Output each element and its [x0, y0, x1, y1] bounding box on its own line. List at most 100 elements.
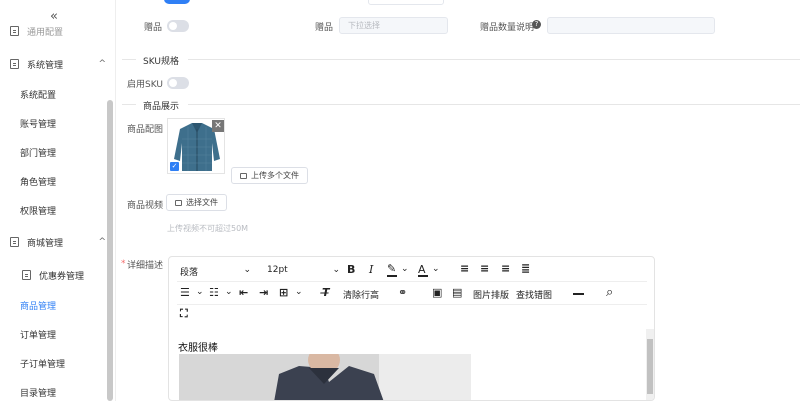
- sidebar-item-suborders[interactable]: 子订单管理: [20, 353, 115, 373]
- editor-content[interactable]: 衣服很棒: [170, 331, 647, 400]
- bold-icon[interactable]: B: [347, 263, 355, 276]
- image-layout-button[interactable]: 图片排版: [473, 288, 509, 301]
- checkbox-checked-icon[interactable]: ✓: [170, 162, 179, 171]
- fontsize-select[interactable]: 12pt ⌄: [267, 265, 340, 275]
- toolbar-divider: [177, 304, 647, 305]
- sidebar-item-mall[interactable]: 商城管理 ^: [10, 232, 115, 252]
- chevron-down-icon: ⌄: [243, 265, 251, 275]
- rich-text-editor[interactable]: 段落 ⌄ 12pt ⌄ B I ✎ ⌄ A ⌄ ≡ ≡ ≡ ≣ ☰ ⌄ ☷ ⌄ …: [168, 256, 655, 401]
- sidebar-item-catalog[interactable]: 目录管理: [20, 382, 115, 401]
- horizontal-rule-icon[interactable]: [573, 293, 584, 295]
- collapse-sidebar-icon[interactable]: «: [50, 9, 58, 24]
- sidebar-item-system[interactable]: 系统管理 ^: [10, 54, 115, 74]
- paragraph-select-value: 段落: [180, 268, 199, 278]
- document-icon: [10, 237, 19, 247]
- sidebar-item-label: 优惠券管理: [39, 271, 85, 282]
- sidebar-item-label: 订单管理: [20, 330, 57, 341]
- content-text: 衣服很棒: [178, 343, 218, 354]
- editor-scrollbar-thumb[interactable]: [647, 339, 653, 394]
- remove-image-icon[interactable]: ✕: [212, 120, 224, 132]
- table-icon[interactable]: ⊞: [279, 286, 288, 299]
- divider: [188, 104, 800, 105]
- choose-file-button[interactable]: 选择文件: [166, 194, 227, 211]
- content-image: [179, 354, 471, 400]
- highlight-icon[interactable]: ✎: [387, 262, 396, 275]
- align-left-icon[interactable]: ≡: [460, 262, 469, 275]
- upload-multiple-label: 上传多个文件: [251, 171, 299, 180]
- chevron-down-icon[interactable]: ⌄: [295, 287, 303, 297]
- document-icon: [10, 59, 19, 69]
- app-root: « 通用配置 系统管理 ^ 系统配置 账号管理 部门管理 角色管理 权限管理 商…: [0, 0, 800, 401]
- outdent-icon[interactable]: ⇤: [239, 286, 248, 299]
- find-image-button[interactable]: 查找错图: [516, 288, 552, 301]
- gift-select[interactable]: 下拉选择: [339, 17, 448, 34]
- sidebar-scrollbar[interactable]: [107, 100, 113, 401]
- top-input-partial[interactable]: [368, 0, 444, 5]
- help-icon[interactable]: ?: [532, 20, 541, 29]
- sidebar-item-label: 子订单管理: [20, 359, 66, 370]
- upload-icon: [240, 172, 247, 179]
- image-gallery-icon[interactable]: ▤: [452, 286, 462, 299]
- video-hint: 上传视频不可超过50M: [167, 224, 249, 233]
- numbered-list-icon[interactable]: ☷: [209, 286, 219, 299]
- sidebar-item-orders[interactable]: 订单管理: [20, 324, 115, 344]
- align-center-icon[interactable]: ≡: [480, 262, 489, 275]
- chevron-up-icon: ^: [98, 59, 106, 69]
- clear-format-button[interactable]: 清除行高: [343, 288, 379, 301]
- clear-format-icon[interactable]: T̶: [322, 286, 330, 299]
- gift-qty-label: 赠品数量说明: [480, 23, 535, 33]
- sidebar-item-departments[interactable]: 部门管理: [20, 142, 115, 162]
- divider: [188, 59, 800, 60]
- font-color-bar: [418, 275, 428, 277]
- search-icon[interactable]: ⌕: [606, 285, 613, 300]
- divider: [122, 104, 136, 105]
- sidebar-item-label: 商城管理: [27, 238, 64, 249]
- chevron-down-icon[interactable]: ⌄: [196, 287, 204, 297]
- fontsize-select-value: 12pt: [267, 265, 288, 275]
- choose-file-label: 选择文件: [186, 198, 218, 207]
- sidebar-item-label: 目录管理: [20, 388, 57, 399]
- sidebar-item-label: 商品管理: [20, 301, 57, 312]
- chevron-down-icon[interactable]: ⌄: [432, 264, 440, 274]
- gift-toggle[interactable]: [167, 20, 189, 32]
- upload-multiple-button[interactable]: 上传多个文件: [231, 167, 308, 184]
- document-icon: [10, 26, 19, 36]
- chevron-down-icon[interactable]: ⌄: [401, 264, 409, 274]
- enable-sku-toggle[interactable]: [167, 77, 189, 89]
- display-section-title: 商品展示: [143, 102, 180, 112]
- sidebar-item-label: 通用配置: [27, 27, 64, 38]
- gift-qty-input[interactable]: [547, 17, 715, 34]
- bullet-list-icon[interactable]: ☰: [180, 286, 190, 299]
- sidebar-item-roles[interactable]: 角色管理: [20, 171, 115, 191]
- chevron-down-icon[interactable]: ⌄: [225, 287, 233, 297]
- align-right-icon[interactable]: ≡: [501, 262, 510, 275]
- sidebar-item-system-config[interactable]: 系统配置: [20, 84, 115, 104]
- sidebar-item-accounts[interactable]: 账号管理: [20, 113, 115, 133]
- align-justify-icon[interactable]: ≣: [521, 262, 530, 275]
- sidebar-item-label: 账号管理: [20, 119, 57, 130]
- editor-scrollbar[interactable]: [646, 329, 654, 400]
- italic-icon[interactable]: I: [369, 263, 373, 276]
- paragraph-select[interactable]: 段落 ⌄: [180, 265, 251, 278]
- upload-icon: [175, 199, 182, 206]
- fullscreen-icon[interactable]: ⛶: [180, 307, 188, 321]
- sku-section-title: SKU规格: [143, 57, 179, 67]
- sidebar-item-label: 系统配置: [20, 90, 57, 101]
- link-icon[interactable]: ⚭: [398, 286, 407, 299]
- video-label: 商品视频: [127, 201, 164, 211]
- sidebar-item-label: 部门管理: [20, 148, 57, 159]
- image-icon[interactable]: ▣: [432, 286, 442, 299]
- indent-icon[interactable]: ⇥: [259, 286, 268, 299]
- description-label: 详细描述: [127, 261, 164, 271]
- sidebar-item-coupons[interactable]: 优惠券管理 ^: [22, 265, 115, 285]
- image-label: 商品配图: [127, 125, 164, 135]
- enable-sku-label: 启用SKU: [127, 80, 163, 90]
- sidebar-item-cut[interactable]: 通用配置: [10, 24, 115, 38]
- toolbar-divider: [177, 281, 647, 282]
- divider: [122, 59, 136, 60]
- sidebar-item-products[interactable]: 商品管理: [20, 295, 115, 315]
- required-mark: *: [121, 259, 126, 269]
- gift-label: 赠品: [144, 23, 163, 33]
- sidebar-item-permissions[interactable]: 权限管理: [20, 200, 115, 220]
- top-toggle-partial[interactable]: [164, 0, 190, 4]
